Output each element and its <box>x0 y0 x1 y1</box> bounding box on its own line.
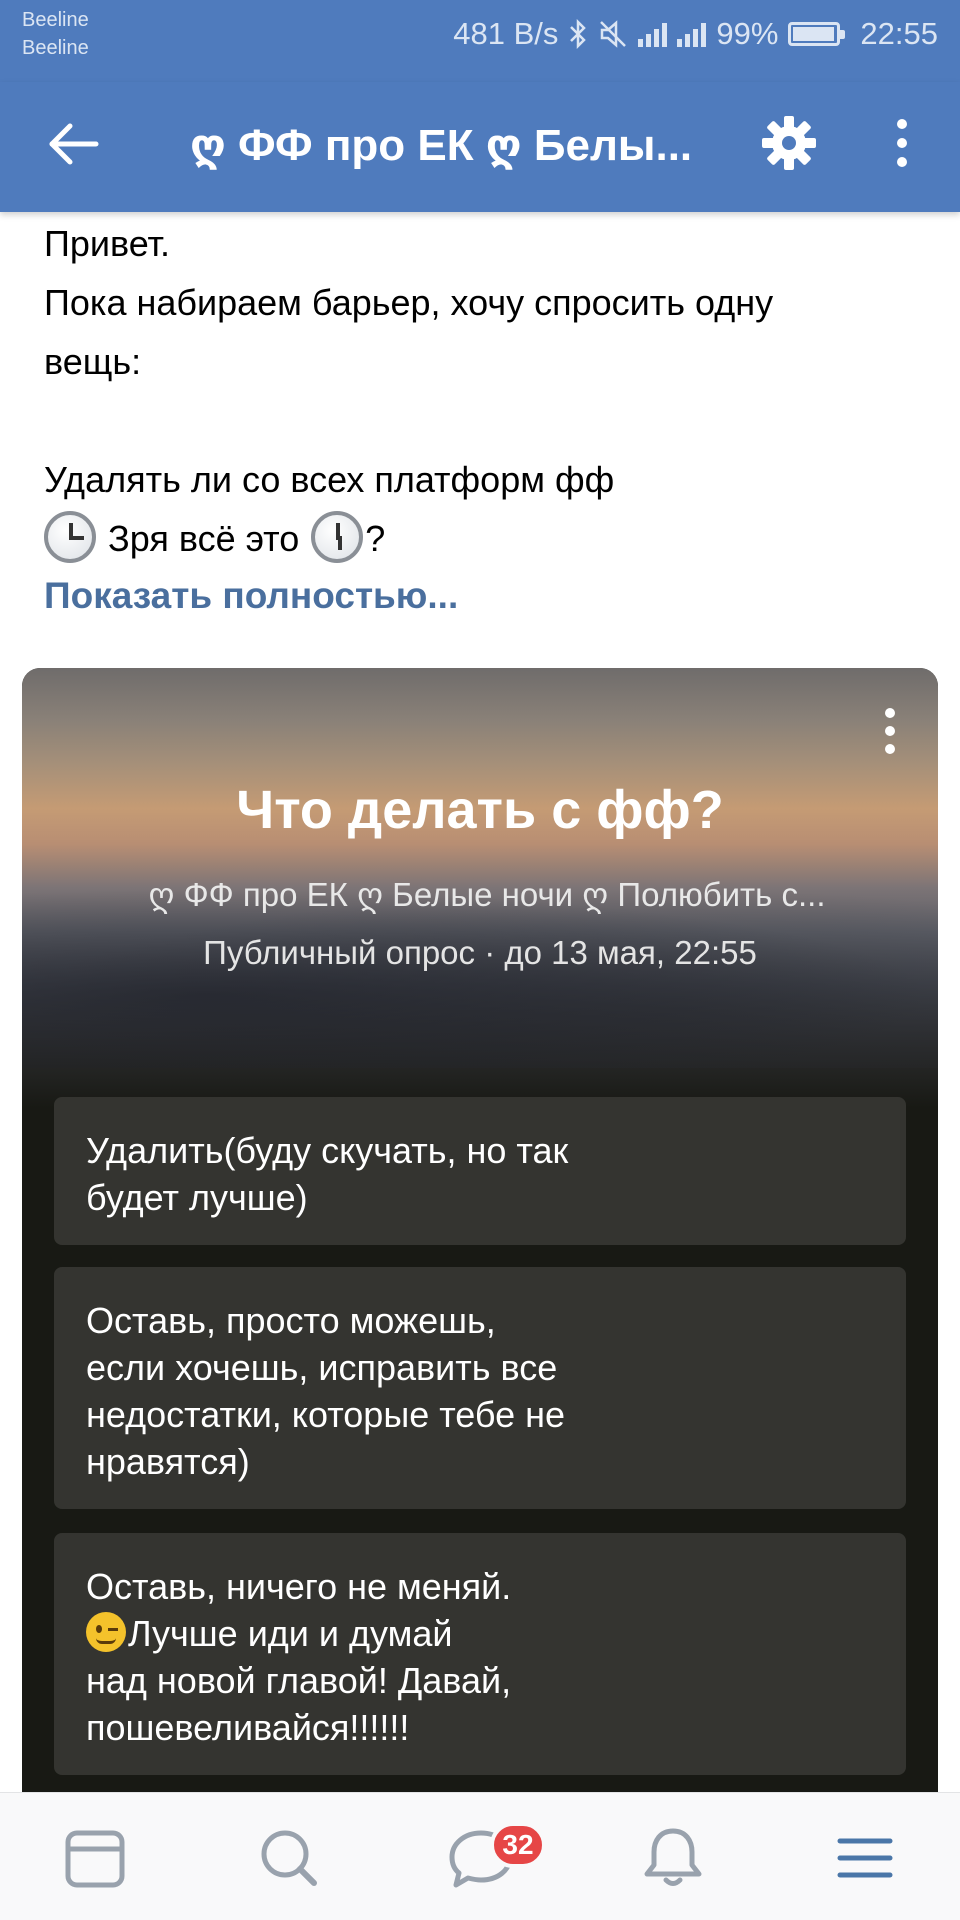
page-title: ღ ФФ про ЕК ღ Белы... <box>190 121 693 170</box>
nav-notifications[interactable] <box>638 1823 708 1893</box>
poll-option-line: Лучше иди и думай <box>86 1610 874 1657</box>
settings-button[interactable] <box>758 112 820 174</box>
arrow-left-icon <box>49 123 99 165</box>
poll-option-text: Лучше иди и думай <box>128 1613 453 1654</box>
poll-option-line: если хочешь, исправить все <box>86 1347 558 1388</box>
news-icon <box>65 1830 125 1888</box>
signal-icon <box>638 21 668 47</box>
status-bar: Beeline Beeline 481 B/s 99% 22:55 <box>0 0 960 82</box>
poll-menu-button[interactable] <box>880 708 900 758</box>
clock: 22:55 <box>860 16 938 51</box>
post-text: Привет. Пока набираем барьер, хочу спрос… <box>44 214 924 568</box>
back-button[interactable] <box>44 114 104 174</box>
app-bar: ღ ФФ про ЕК ღ Белы... <box>0 82 960 212</box>
post-line: Удалять ли со всех платформ фф <box>44 459 615 500</box>
carrier-1: Beeline <box>22 9 89 31</box>
post-line: Пока набираем барьер, хочу спросить одну <box>44 282 774 323</box>
post-line-text: Зря всё это <box>108 518 300 559</box>
winking-face-icon <box>86 1612 126 1652</box>
bottom-navigation <box>0 1792 960 1920</box>
mute-icon <box>600 20 627 48</box>
battery-icon <box>788 22 846 46</box>
battery-percent: 99% <box>716 16 779 51</box>
post-line: Зря всё это? <box>44 509 924 568</box>
poll-option[interactable]: Удалить(буду скучать, но так будет лучше… <box>54 1097 906 1245</box>
menu-icon <box>837 1838 893 1878</box>
search-icon <box>261 1830 317 1886</box>
nav-menu[interactable] <box>830 1823 900 1893</box>
post-line: Привет. <box>44 223 171 264</box>
poll-title: Что делать с фф? <box>236 780 724 840</box>
post-line-end: ? <box>365 518 386 559</box>
4g-signal-icon <box>677 21 707 47</box>
poll-card: Что делать с фф? ღ ФФ про ЕК ღ Белые ноч… <box>22 668 938 1920</box>
clock-icon <box>311 511 364 563</box>
poll-source[interactable]: ღ ФФ про ЕК ღ Белые ночи ღ Полюбить с... <box>92 873 882 917</box>
poll-option-line: нравятся) <box>86 1441 250 1482</box>
bluetooth-icon <box>570 19 587 49</box>
messages-badge: 32 <box>490 1822 546 1868</box>
poll-meta: Публичный опрос · до 13 мая, 22:55 <box>203 934 757 971</box>
poll-option-line: недостатки, которые тебе не <box>86 1394 566 1435</box>
show-more-link[interactable]: Показать полностью... <box>44 570 458 622</box>
status-icons: 481 B/s 99% 22:55 <box>453 12 938 56</box>
gear-icon <box>762 116 816 170</box>
carrier-labels: Beeline Beeline <box>22 6 89 62</box>
net-speed: 481 B/s <box>453 16 559 51</box>
poll-option-line: Оставь, просто можешь, <box>86 1300 496 1341</box>
poll-option-line: Оставь, ничего не меняй. <box>86 1566 512 1607</box>
poll-option[interactable]: Оставь, ничего не меняй. Лучше иди и дум… <box>54 1533 906 1775</box>
poll-option-line: над новой главой! Давай, <box>86 1660 512 1701</box>
carrier-2: Beeline <box>22 37 89 59</box>
poll-option[interactable]: Оставь, просто можешь, если хочешь, испр… <box>54 1267 906 1509</box>
poll-option-line: пошевеливайся!!!!!! <box>86 1707 410 1748</box>
nav-search[interactable] <box>254 1823 324 1893</box>
more-vertical-icon <box>897 119 907 167</box>
poll-option-line: будет лучше) <box>86 1177 308 1218</box>
nav-news[interactable] <box>60 1823 130 1893</box>
notifications-icon <box>644 1828 702 1886</box>
clock-icon <box>44 511 96 563</box>
post-blank-line <box>44 391 924 450</box>
poll-option-line: Удалить(буду скучать, но так <box>86 1130 569 1171</box>
post-line: вещь: <box>44 341 142 382</box>
more-button[interactable] <box>884 112 920 174</box>
